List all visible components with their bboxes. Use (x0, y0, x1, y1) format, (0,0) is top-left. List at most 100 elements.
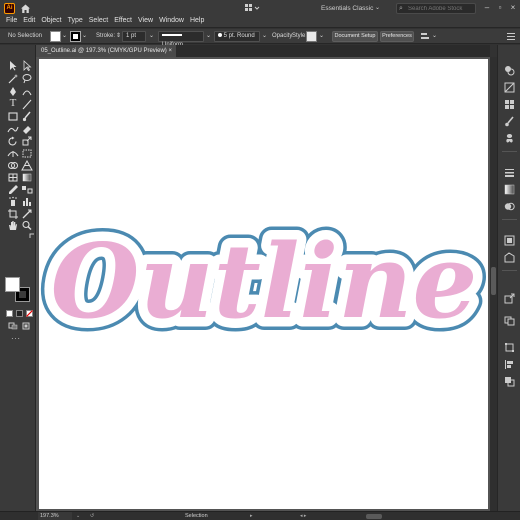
shaper-tool-icon[interactable] (7, 124, 19, 135)
panel-menu-icon[interactable] (506, 32, 516, 41)
rotate-view-icon[interactable]: ↺ (90, 512, 94, 520)
lasso-tool-icon[interactable] (21, 73, 33, 84)
graphic-styles-icon[interactable] (504, 252, 515, 263)
shape-builder-tool-icon[interactable] (7, 160, 19, 171)
slice-tool-icon[interactable] (21, 208, 33, 219)
symbols-icon[interactable] (504, 133, 515, 144)
stroke-stepper-icon[interactable]: ⇕ (116, 31, 121, 42)
magic-wand-tool-icon[interactable] (7, 73, 19, 84)
column-graph-tool-icon[interactable] (21, 196, 33, 207)
transform-icon[interactable] (504, 342, 515, 353)
perspective-grid-tool-icon[interactable] (21, 160, 33, 171)
curvature-tool-icon[interactable] (21, 86, 33, 97)
free-transform-tool-icon[interactable] (21, 148, 33, 159)
variable-width-profile[interactable]: Uniform (158, 31, 204, 48)
stroke-weight-field[interactable]: 1 pt (122, 31, 146, 42)
appearance-icon[interactable] (504, 235, 515, 246)
eraser-tool-icon[interactable] (21, 124, 33, 135)
menu-help[interactable]: Help (187, 15, 207, 27)
horizontal-scroll-thumb[interactable] (366, 514, 382, 519)
zoom-level-field[interactable]: 197.3% (38, 512, 72, 520)
home-icon[interactable] (20, 3, 31, 14)
brush-definition[interactable]: 5 pt. Round (214, 31, 260, 42)
color-guide-icon[interactable] (504, 82, 515, 93)
artboard-tool-icon[interactable] (7, 208, 19, 219)
outline-artwork[interactable]: Outline Outline Outline (39, 59, 488, 509)
graphic-style-swatch[interactable] (306, 31, 317, 42)
stroke-swatch[interactable] (70, 31, 81, 42)
artboard[interactable]: Outline Outline Outline (39, 59, 488, 509)
gradient-panel-icon[interactable] (504, 184, 515, 195)
fill-swatch[interactable] (50, 31, 61, 42)
links-icon[interactable] (504, 315, 515, 326)
hand-tool-icon[interactable] (7, 220, 19, 231)
menu-type[interactable]: Type (65, 15, 86, 27)
chevron-right-icon[interactable]: ▸ (250, 512, 253, 520)
stroke-label[interactable]: Stroke: (96, 31, 115, 42)
pathfinder-icon[interactable] (504, 376, 515, 387)
vertical-scrollbar[interactable] (490, 57, 497, 511)
zoom-tool-icon[interactable] (21, 220, 33, 231)
stroke-panel-icon[interactable] (504, 167, 515, 178)
preferences-button[interactable]: Preferences (380, 31, 414, 42)
gradient-tool-icon[interactable] (21, 172, 33, 183)
chevron-down-icon[interactable]: ⌄ (82, 31, 87, 42)
color-mode-button[interactable] (6, 310, 13, 317)
chevron-down-icon[interactable]: ⌄ (319, 31, 324, 42)
eyedropper-tool-icon[interactable] (7, 184, 19, 195)
mesh-tool-icon[interactable] (7, 172, 19, 183)
export-asset-icon[interactable] (504, 293, 515, 304)
pen-tool-icon[interactable] (7, 86, 19, 97)
document-setup-button[interactable]: Document Setup (332, 31, 378, 42)
swatches-icon[interactable] (504, 99, 515, 110)
blend-tool-icon[interactable] (21, 184, 33, 195)
chevron-down-icon[interactable]: ⌄ (206, 31, 211, 42)
screen-mode-icon[interactable] (22, 322, 30, 330)
chevron-down-icon[interactable]: ⌄ (149, 31, 154, 42)
menu-effect[interactable]: Effect (111, 15, 135, 27)
transparency-icon[interactable] (504, 201, 515, 212)
swap-colors-icon[interactable] (29, 233, 35, 239)
artboard-nav-icon[interactable]: ◂ ▸ (300, 512, 306, 520)
vertical-scroll-thumb[interactable] (491, 267, 496, 295)
width-tool-icon[interactable] (7, 148, 19, 159)
chevron-down-icon[interactable]: ⌄ (432, 31, 437, 42)
chevron-down-icon[interactable]: ⌄ (76, 512, 80, 520)
stock-search-input[interactable] (408, 4, 474, 13)
close-button[interactable]: × (508, 3, 518, 13)
scale-tool-icon[interactable] (21, 136, 33, 147)
gradient-mode-button[interactable] (16, 310, 23, 317)
menu-view[interactable]: View (135, 15, 156, 27)
arrange-documents-icon[interactable] (244, 3, 260, 13)
stock-search[interactable]: ⌕ (396, 3, 476, 14)
symbol-sprayer-tool-icon[interactable] (7, 196, 19, 207)
none-mode-icon[interactable] (26, 310, 33, 317)
opacity-label[interactable]: Opacity (272, 31, 292, 42)
selection-tool-icon[interactable] (7, 60, 19, 71)
canvas-area[interactable]: Outline Outline Outline (36, 57, 490, 511)
menu-window[interactable]: Window (156, 15, 187, 27)
edit-toolbar-icon[interactable]: ··· (11, 334, 21, 343)
type-tool-icon[interactable]: T (7, 98, 19, 109)
brushes-icon[interactable] (504, 116, 515, 127)
align-icon[interactable] (420, 32, 430, 41)
paintbrush-tool-icon[interactable] (21, 111, 33, 122)
workspace-switcher[interactable]: Essentials Classic ⌄ (318, 3, 382, 14)
menu-object[interactable]: Object (38, 15, 64, 27)
rotate-tool-icon[interactable] (7, 136, 19, 147)
direct-selection-tool-icon[interactable] (21, 60, 33, 71)
fill-color-swatch[interactable] (5, 277, 20, 292)
menu-edit[interactable]: Edit (20, 15, 38, 27)
rectangle-tool-icon[interactable] (7, 111, 19, 122)
color-panel-icon[interactable] (504, 65, 515, 76)
minimize-button[interactable]: – (482, 3, 492, 13)
menu-select[interactable]: Select (86, 15, 111, 27)
line-segment-tool-icon[interactable] (21, 99, 33, 110)
document-tab[interactable]: 05_Outline.ai @ 197.3% (CMYK/GPU Preview… (36, 45, 176, 57)
chevron-down-icon[interactable]: ⌄ (262, 31, 267, 42)
menu-file[interactable]: File (3, 15, 20, 27)
maximize-button[interactable]: ▫ (495, 3, 505, 13)
chevron-down-icon[interactable]: ⌄ (62, 31, 67, 42)
draw-mode-icon[interactable] (8, 322, 19, 330)
close-icon[interactable]: × (168, 45, 172, 57)
